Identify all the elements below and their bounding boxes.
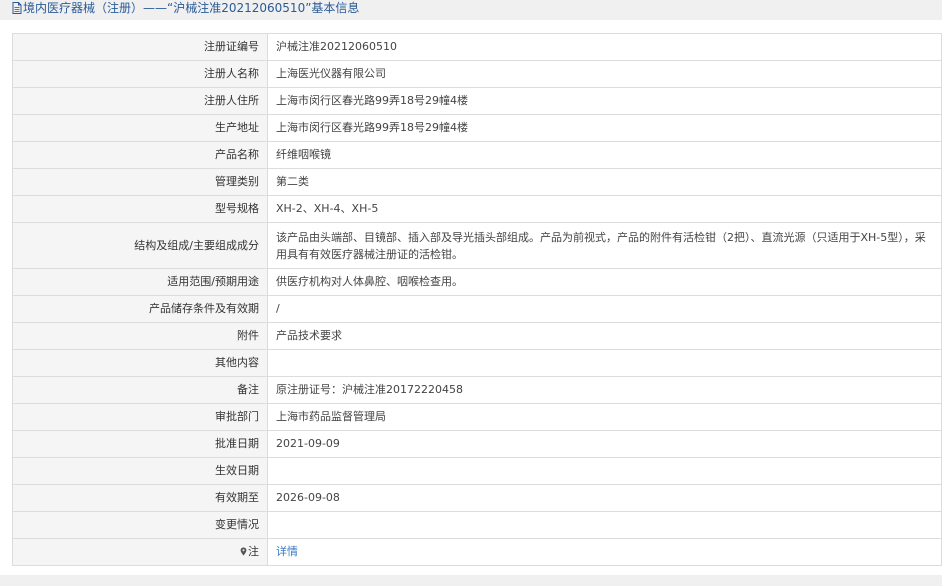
row-value: 纤维咽喉镜: [267, 141, 942, 169]
table-row: 注册人名称 上海医光仪器有限公司: [12, 60, 942, 88]
row-label: 变更情况: [12, 511, 268, 539]
table-row: 变更情况: [12, 511, 942, 539]
table-row: 其他内容: [12, 349, 942, 377]
row-label: 注册证编号: [12, 33, 268, 61]
table-row: 注册证编号 沪械注准20212060510: [12, 33, 942, 61]
page: 境内医疗器械（注册）——“沪械注准20212060510”基本信息 注册证编号 …: [0, 0, 942, 586]
row-value: 原注册证号：沪械注准20172220458: [267, 376, 942, 404]
note-label-text: 注: [248, 545, 259, 558]
note-label: 注: [12, 538, 268, 566]
table-row: 适用范围/预期用途 供医疗机构对人体鼻腔、咽喉检查用。: [12, 268, 942, 296]
row-value: XH-2、XH-4、XH-5: [267, 195, 942, 223]
table-row: 注册人住所 上海市闵行区春光路99弄18号29幢4楼: [12, 87, 942, 115]
row-label: 附件: [12, 322, 268, 350]
table-row: 产品储存条件及有效期 /: [12, 295, 942, 323]
table-row: 附件 产品技术要求: [12, 322, 942, 350]
table-row: 有效期至 2026-09-08: [12, 484, 942, 512]
row-value: 2026-09-08: [267, 484, 942, 512]
row-value: 上海市闵行区春光路99弄18号29幢4楼: [267, 87, 942, 115]
table-row: 注 详情: [12, 538, 942, 566]
row-label: 产品储存条件及有效期: [12, 295, 268, 323]
row-label: 注册人住所: [12, 87, 268, 115]
row-value: 产品技术要求: [267, 322, 942, 350]
table-row: 审批部门 上海市药品监督管理局: [12, 403, 942, 431]
row-value: /: [267, 295, 942, 323]
pin-icon: [240, 547, 247, 556]
row-value: 上海市闵行区春光路99弄18号29幢4楼: [267, 114, 942, 142]
row-label: 产品名称: [12, 141, 268, 169]
table-row: 管理类别 第二类: [12, 168, 942, 196]
row-value: 第二类: [267, 168, 942, 196]
row-value: 上海市药品监督管理局: [267, 403, 942, 431]
row-label: 有效期至: [12, 484, 268, 512]
row-label: 型号规格: [12, 195, 268, 223]
bottom-bar: [0, 575, 942, 586]
page-title-text: 境内医疗器械（注册）——“沪械注准20212060510”基本信息: [23, 1, 360, 15]
row-label: 注册人名称: [12, 60, 268, 88]
row-value: 沪械注准20212060510: [267, 33, 942, 61]
row-label: 其他内容: [12, 349, 268, 377]
row-label: 管理类别: [12, 168, 268, 196]
row-value: [267, 349, 942, 377]
info-table: 注册证编号 沪械注准20212060510 注册人名称 上海医光仪器有限公司 注…: [12, 33, 942, 566]
row-value: 2021-09-09: [267, 430, 942, 458]
details-link[interactable]: 详情: [276, 545, 298, 558]
row-label: 备注: [12, 376, 268, 404]
row-value: 供医疗机构对人体鼻腔、咽喉检查用。: [267, 268, 942, 296]
table-row: 备注 原注册证号：沪械注准20172220458: [12, 376, 942, 404]
row-label: 生效日期: [12, 457, 268, 485]
table-row: 批准日期 2021-09-09: [12, 430, 942, 458]
table-row: 生效日期: [12, 457, 942, 485]
row-label: 批准日期: [12, 430, 268, 458]
page-title: 境内医疗器械（注册）——“沪械注准20212060510”基本信息: [12, 1, 359, 15]
title-bar: 境内医疗器械（注册）——“沪械注准20212060510”基本信息: [0, 0, 942, 20]
row-label: 生产地址: [12, 114, 268, 142]
row-value: [267, 511, 942, 539]
row-value: 上海医光仪器有限公司: [267, 60, 942, 88]
row-label: 适用范围/预期用途: [12, 268, 268, 296]
row-value: 详情: [267, 538, 942, 566]
table-row: 型号规格 XH-2、XH-4、XH-5: [12, 195, 942, 223]
row-value: 该产品由头端部、目镜部、插入部及导光插头部组成。产品为前视式，产品的附件有活检钳…: [267, 222, 942, 269]
table-row: 产品名称 纤维咽喉镜: [12, 141, 942, 169]
document-icon: [12, 2, 22, 14]
row-value: [267, 457, 942, 485]
table-row: 结构及组成/主要组成成分 该产品由头端部、目镜部、插入部及导光插头部组成。产品为…: [12, 222, 942, 269]
row-label: 结构及组成/主要组成成分: [12, 222, 268, 269]
table-row: 生产地址 上海市闵行区春光路99弄18号29幢4楼: [12, 114, 942, 142]
row-label: 审批部门: [12, 403, 268, 431]
